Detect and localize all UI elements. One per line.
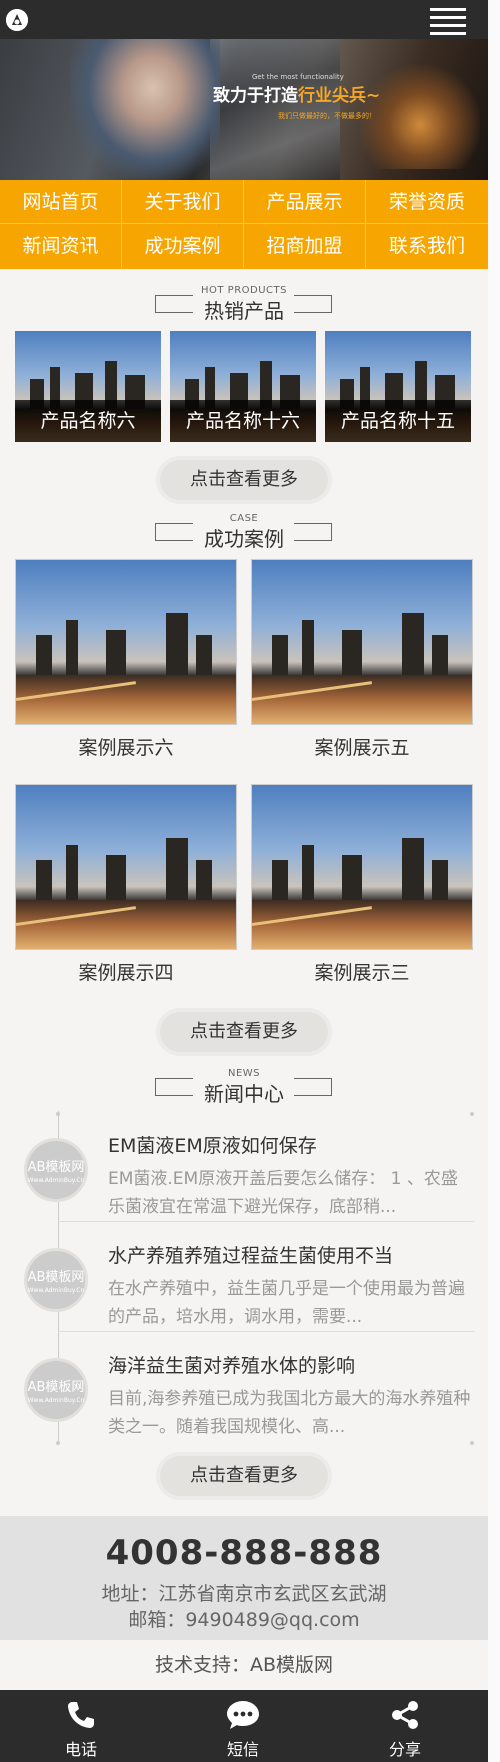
- product-card[interactable]: 产品名称六: [15, 331, 161, 442]
- product-name: 产品名称十六: [170, 400, 316, 442]
- case-image[interactable]: [251, 559, 473, 725]
- news-title[interactable]: EM菌液EM原液如何保存: [108, 1131, 317, 1158]
- case-title[interactable]: 案例展示三: [251, 958, 473, 985]
- footer-email[interactable]: 邮箱：9490489@qq.com: [0, 1605, 488, 1632]
- footer-address: 地址：江苏省南京市玄武区玄武湖: [101, 1583, 387, 1605]
- news-avatar: AB模板网 Www.AdminBuy.Cn: [24, 1358, 88, 1422]
- top-bar: [0, 0, 488, 39]
- nav-item-honors[interactable]: 荣誉资质: [366, 180, 488, 224]
- banner-sub: 我们只做最好的，不做最多的！: [278, 112, 376, 120]
- footer-phone[interactable]: 4008-888-888: [0, 1533, 488, 1573]
- nav-item-products[interactable]: 产品展示: [244, 180, 366, 224]
- news-title[interactable]: 海洋益生菌对养殖水体的影响: [108, 1351, 355, 1378]
- nav-item-about[interactable]: 关于我们: [122, 180, 244, 224]
- case-title[interactable]: 案例展示五: [251, 733, 473, 760]
- news-item[interactable]: AB模板网 Www.AdminBuy.Cn 水产养殖养殖过程益生菌使用不当 在水产…: [0, 1224, 488, 1332]
- logo-icon[interactable]: [6, 9, 28, 31]
- case-image[interactable]: [15, 559, 237, 725]
- case-title[interactable]: 案例展示四: [15, 958, 237, 985]
- tech-support[interactable]: 技术支持：AB模版网: [0, 1640, 488, 1690]
- news-item[interactable]: AB模板网 Www.AdminBuy.Cn 海洋益生菌对养殖水体的影响 目前,海参…: [0, 1334, 488, 1442]
- news-item[interactable]: AB模板网 Www.AdminBuy.Cn EM菌液EM原液如何保存 EM菌液.E…: [0, 1114, 488, 1222]
- more-news-button[interactable]: 点击查看更多: [160, 1456, 328, 1496]
- phone-button[interactable]: 电话: [0, 1690, 162, 1762]
- product-card[interactable]: 产品名称十五: [325, 331, 471, 442]
- section-heading-cases: CASE 成功案例: [0, 513, 488, 553]
- news-avatar: AB模板网 Www.AdminBuy.Cn: [24, 1138, 88, 1202]
- banner-slogan: 致力于打造行业尖兵~: [213, 86, 381, 106]
- nav-item-contact[interactable]: 联系我们: [366, 224, 488, 268]
- case-title[interactable]: 案例展示六: [15, 733, 237, 760]
- product-name: 产品名称十五: [325, 400, 471, 442]
- phone-icon: [68, 1702, 94, 1728]
- hero-banner: Get the most functionality 致力于打造行业尖兵~ 我们…: [0, 39, 488, 180]
- share-icon: [392, 1701, 418, 1729]
- scrollbar-track: [488, 0, 500, 1762]
- more-cases-button[interactable]: 点击查看更多: [160, 1012, 328, 1052]
- news-summary: 在水产养殖中，益生菌几乎是一个使用最为普遍的产品，培水用，调水用，需要...: [108, 1279, 465, 1327]
- banner-slogan-highlight: 行业尖兵~: [298, 86, 381, 106]
- share-button[interactable]: 分享: [324, 1690, 486, 1762]
- nav-item-franchise[interactable]: 招商加盟: [244, 224, 366, 268]
- bottom-bar: 电话 短信 分享: [0, 1690, 488, 1762]
- case-image[interactable]: [15, 784, 237, 950]
- nav-item-news[interactable]: 新闻资讯: [0, 224, 122, 268]
- news-avatar: AB模板网 Www.AdminBuy.Cn: [24, 1248, 88, 1312]
- nav-item-home[interactable]: 网站首页: [0, 180, 122, 224]
- sms-button[interactable]: 短信: [162, 1690, 324, 1762]
- section-heading-news: NEWS 新闻中心: [0, 1068, 488, 1108]
- product-card[interactable]: 产品名称十六: [170, 331, 316, 442]
- product-name: 产品名称六: [15, 400, 161, 442]
- main-nav: 网站首页 关于我们 产品展示 荣誉资质 新闻资讯 成功案例 招商加盟 联系我们: [0, 180, 488, 269]
- menu-icon[interactable]: [430, 6, 466, 35]
- footer-contact: 4008-888-888 地址：江苏省南京市玄武区玄武湖 邮箱：9490489@…: [0, 1516, 488, 1640]
- message-icon: [227, 1701, 259, 1729]
- news-title[interactable]: 水产养殖养殖过程益生菌使用不当: [108, 1241, 393, 1268]
- news-summary: EM菌液.EM原液开盖后要怎么储存： 1 、农盛乐菌液宜在常温下避光保存，底部稍…: [108, 1169, 458, 1217]
- section-heading-hot-products: HOT PRODUCTS 热销产品: [0, 285, 488, 325]
- more-products-button[interactable]: 点击查看更多: [160, 460, 328, 500]
- case-image[interactable]: [251, 784, 473, 950]
- nav-item-cases[interactable]: 成功案例: [122, 224, 244, 268]
- banner-eyebrow: Get the most functionality: [252, 73, 344, 81]
- news-summary: 目前,海参养殖已成为我国北方最大的海水养殖种类之一。随着我国规模化、高...: [108, 1389, 471, 1437]
